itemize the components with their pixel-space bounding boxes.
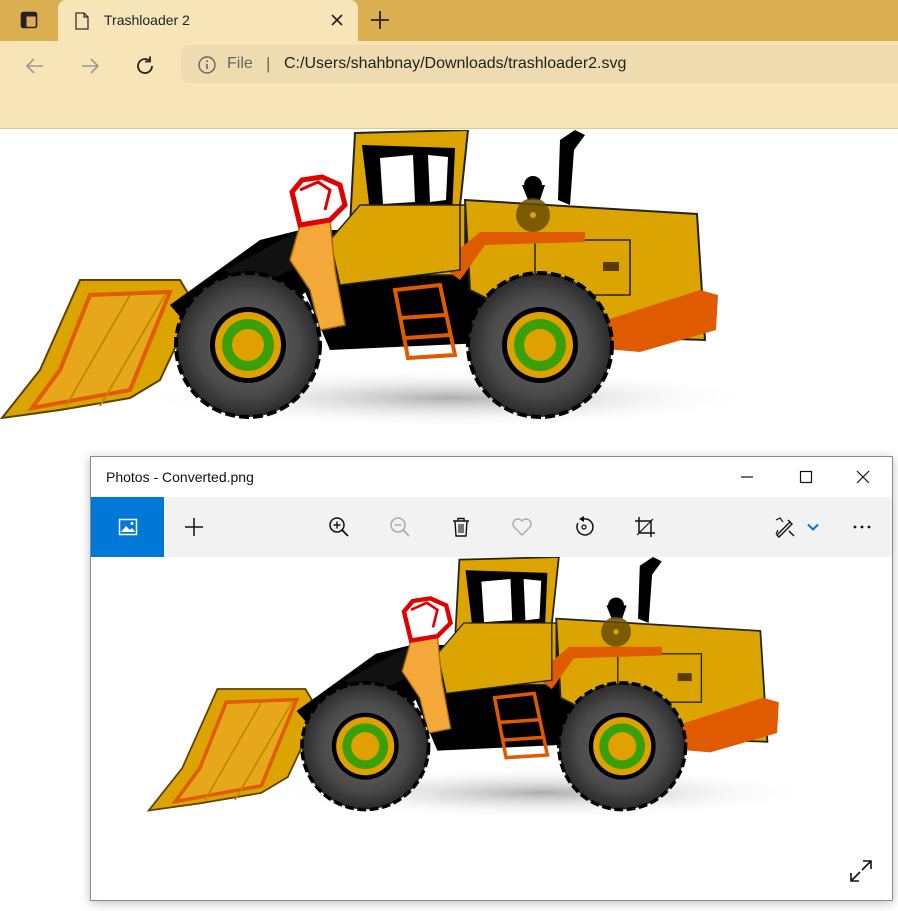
expand-icon[interactable] (848, 858, 874, 884)
crop-button[interactable] (630, 512, 660, 542)
delete-button[interactable] (446, 512, 476, 542)
close-button[interactable] (840, 463, 886, 491)
tab-active[interactable]: Trashloader 2 (58, 0, 358, 41)
zoom-in-icon (329, 517, 349, 537)
rotate-icon (576, 516, 594, 536)
address-separator: | (266, 54, 271, 73)
back-button[interactable] (20, 51, 50, 81)
add-button[interactable] (179, 512, 209, 542)
photos-window: Photos - Converted.png (90, 456, 893, 901)
edit-draw-button[interactable] (770, 512, 800, 542)
arrow-left-icon (25, 58, 43, 74)
maximize-icon (799, 470, 813, 484)
close-icon (856, 470, 870, 484)
wheel-loader-image-converted (91, 557, 892, 900)
photos-titlebar[interactable]: Photos - Converted.png (91, 457, 892, 497)
more-icon (853, 525, 871, 529)
chevron-down-icon (807, 523, 819, 531)
zoom-out-icon (390, 517, 410, 537)
plus-icon[interactable] (368, 8, 392, 32)
image-icon (118, 518, 137, 536)
zoom-out-button[interactable] (385, 512, 415, 542)
minimize-icon (741, 476, 753, 478)
plus-icon (185, 518, 203, 536)
address-scheme: File (227, 55, 253, 72)
refresh-icon (137, 56, 153, 74)
more-button[interactable] (847, 512, 877, 542)
favorite-button[interactable] (507, 512, 537, 542)
photos-command-bar (91, 497, 892, 557)
gallery-button[interactable] (91, 497, 164, 557)
tab-strip: Trashloader 2 (0, 0, 898, 41)
address-bar[interactable]: File | C:/Users/shahbnay/Downloads/trash… (181, 45, 898, 83)
arrow-right-icon (82, 58, 100, 74)
edit-draw-icon (775, 517, 795, 538)
forward-button[interactable] (75, 51, 105, 81)
tab-actions-button[interactable] (8, 6, 50, 34)
info-icon[interactable] (197, 55, 217, 75)
maximize-button[interactable] (783, 463, 829, 491)
edit-dropdown-button[interactable] (799, 512, 827, 542)
photos-window-title: Photos - Converted.png (106, 469, 254, 485)
minimize-button[interactable] (724, 463, 770, 491)
tab-title: Trashloader 2 (104, 12, 190, 28)
rotate-button[interactable] (569, 512, 599, 542)
file-icon (75, 12, 89, 30)
heart-icon (512, 518, 532, 536)
refresh-button[interactable] (130, 51, 160, 81)
tab-actions-icon (20, 11, 38, 29)
zoom-in-button[interactable] (324, 512, 354, 542)
browser-toolbar: File | C:/Users/shahbnay/Downloads/trash… (0, 41, 898, 129)
crop-icon (635, 517, 655, 537)
address-url[interactable]: C:/Users/shahbnay/Downloads/trashloader2… (284, 55, 626, 73)
photos-image-canvas (91, 557, 892, 900)
close-icon[interactable] (328, 11, 346, 29)
trash-icon (453, 517, 469, 537)
